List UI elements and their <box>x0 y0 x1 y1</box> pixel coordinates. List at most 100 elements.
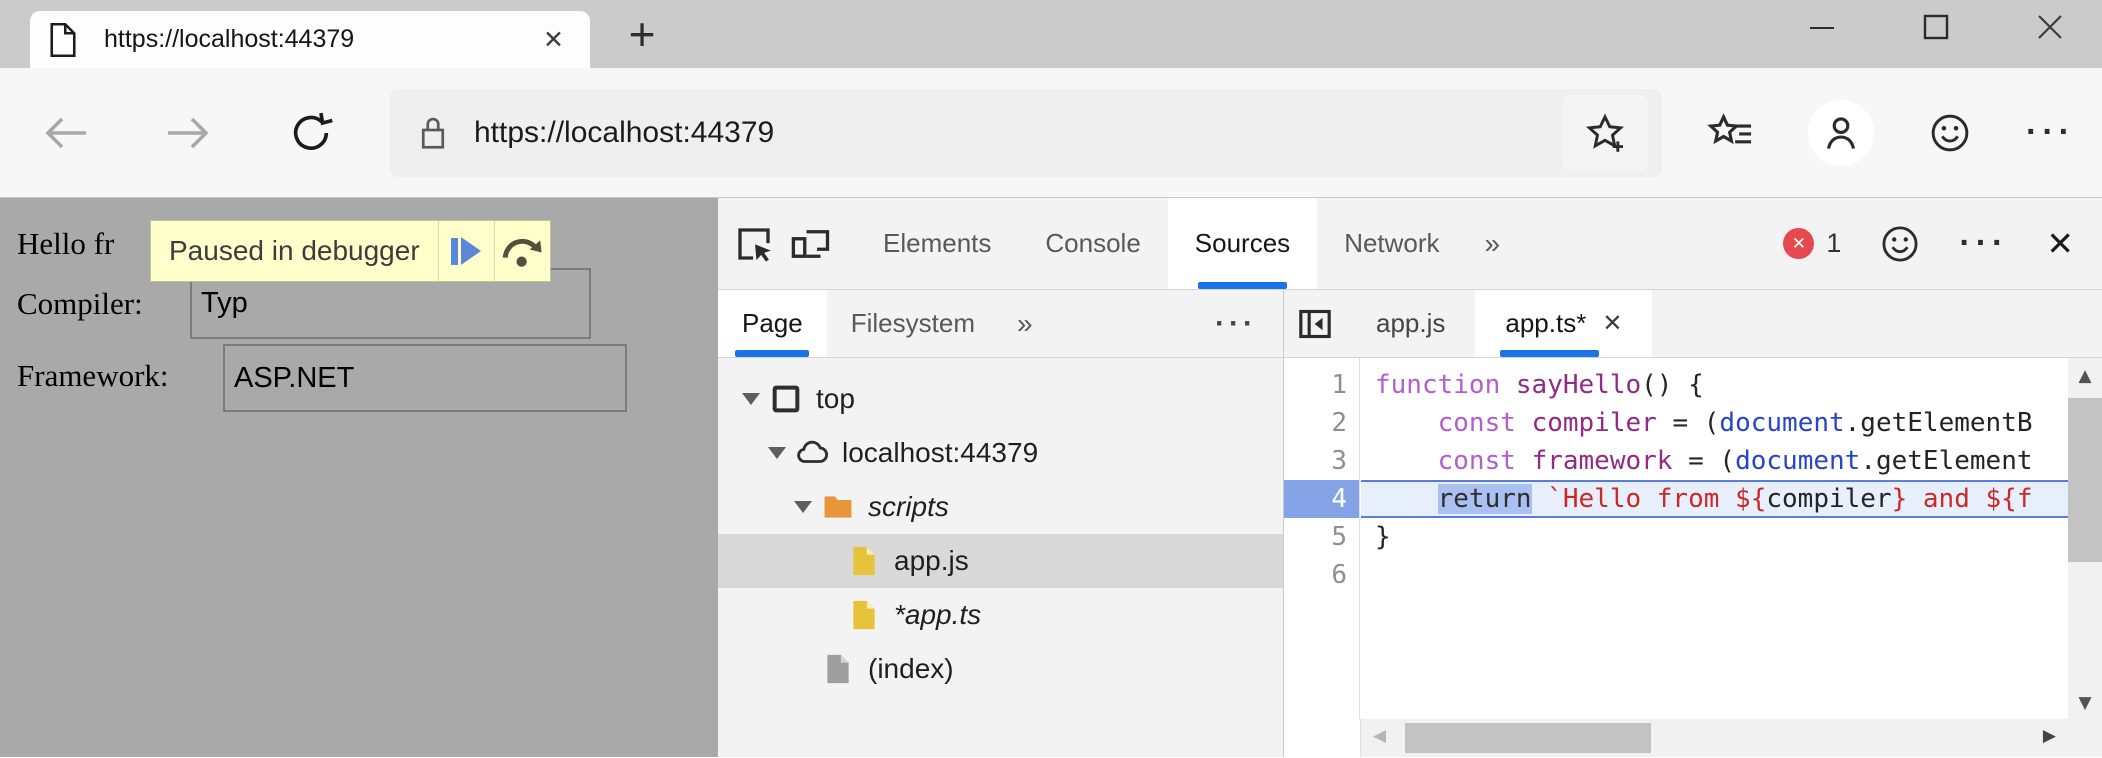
window-controls <box>1806 6 2066 48</box>
devtools-close-icon[interactable]: ✕ <box>2046 224 2074 263</box>
tree-item-label: scripts <box>868 491 949 523</box>
editor-tab-label: app.js <box>1376 308 1445 339</box>
code-token <box>1375 408 1438 438</box>
tree-item-top[interactable]: top <box>718 372 1283 426</box>
editor-tab-app.ts-[interactable]: app.ts*✕ <box>1475 290 1652 357</box>
more-nav-tabs-chevron-icon[interactable]: » <box>999 290 1051 357</box>
collapse-sidebar-icon[interactable] <box>1284 290 1346 357</box>
profile-button[interactable] <box>1808 100 1874 166</box>
new-tab-button[interactable]: + <box>614 8 670 60</box>
sources-sidebar-more-icon[interactable]: ··· <box>1215 307 1283 341</box>
code-token: .getElement <box>1860 446 2032 476</box>
editor-tab-app.js[interactable]: app.js <box>1346 290 1475 357</box>
tree-item-scripts[interactable]: scripts <box>718 480 1283 534</box>
editor-tabs: app.js app.ts*✕ <box>1346 290 1652 357</box>
settings-more-icon[interactable]: ··· <box>2026 113 2075 152</box>
devtools-tab-sources[interactable]: Sources <box>1168 198 1317 289</box>
step-over-icon <box>499 232 545 270</box>
resume-script-button[interactable] <box>438 221 494 281</box>
browser-tab[interactable]: https://localhost:44379 ✕ <box>30 11 590 68</box>
code-token: = ( <box>1672 446 1735 476</box>
devtools-more-icon[interactable]: ··· <box>1959 224 2008 263</box>
error-indicator[interactable]: ✕ 1 <box>1783 228 1841 259</box>
horizontal-scrollbar-thumb[interactable] <box>1405 723 1651 753</box>
paused-banner-label: Paused in debugger <box>151 221 438 281</box>
url-text[interactable]: https://localhost:44379 <box>474 116 1562 150</box>
code-line[interactable]: const compiler = (document.getElementB <box>1361 404 2068 442</box>
minimize-icon[interactable] <box>1806 6 1838 48</box>
tab-close-icon[interactable]: ✕ <box>535 25 572 55</box>
scroll-right-icon[interactable]: ▶ <box>2043 726 2056 746</box>
code-token: () { <box>1641 370 1704 400</box>
code-line-paused[interactable]: return `Hello from ${compiler} and ${f <box>1361 480 2068 518</box>
person-icon <box>1819 111 1863 155</box>
code-token <box>1375 484 1438 514</box>
tree-item-app.js[interactable]: app.js <box>718 534 1283 588</box>
scroll-down-icon[interactable]: ▼ <box>2068 693 2102 713</box>
vertical-scrollbar-thumb[interactable] <box>2068 398 2102 562</box>
sources-nav-tab-page[interactable]: Page <box>718 290 827 357</box>
line-number[interactable]: 1 <box>1284 366 1359 404</box>
file-js-icon <box>846 543 882 579</box>
browser-toolbar: https://localhost:44379 ··· <box>0 68 2102 198</box>
tree-item-label: localhost:44379 <box>842 437 1038 469</box>
address-bar[interactable]: https://localhost:44379 <box>390 89 1662 177</box>
device-toolbar-icon[interactable] <box>782 198 838 289</box>
back-icon[interactable] <box>42 112 90 154</box>
code-token <box>1500 370 1516 400</box>
devtools-tab-network[interactable]: Network <box>1317 198 1466 289</box>
code-line[interactable]: function sayHello() { <box>1361 366 2068 404</box>
scrollbar-corner <box>2068 719 2102 757</box>
forward-icon[interactable] <box>164 112 212 154</box>
more-panels-chevron-icon[interactable]: » <box>1467 198 1519 289</box>
editor-tab-close-icon[interactable]: ✕ <box>1602 309 1622 338</box>
code-line[interactable] <box>1361 556 2068 594</box>
code-token: sayHello <box>1516 370 1641 400</box>
code-line[interactable]: const framework = (document.getElement <box>1361 442 2068 480</box>
expand-triangle-icon[interactable] <box>790 501 816 513</box>
inspect-element-icon[interactable] <box>726 198 782 289</box>
devtools-tab-elements[interactable]: Elements <box>856 198 1018 289</box>
toolbar-actions: ··· <box>1706 100 2075 166</box>
line-number[interactable]: 6 <box>1284 556 1359 594</box>
code-token: .getElementB <box>1845 408 2033 438</box>
line-number[interactable]: 2 <box>1284 404 1359 442</box>
feedback-smiley-icon[interactable] <box>1928 111 1972 155</box>
maximize-icon[interactable] <box>1920 6 1952 48</box>
file-index-icon <box>820 651 856 687</box>
framework-input[interactable] <box>223 344 627 412</box>
close-window-icon[interactable] <box>2034 6 2066 48</box>
code-area[interactable]: function sayHello() { const compiler = (… <box>1361 358 2068 719</box>
tree-item--index-[interactable]: (index) <box>718 642 1283 696</box>
favorites-hub-icon[interactable] <box>1706 111 1754 155</box>
sources-panel: PageFilesystem» ··· top localhost:44379 scr… <box>718 290 2102 757</box>
add-favorite-button[interactable] <box>1562 95 1648 171</box>
code-token <box>1516 446 1532 476</box>
devtools-tab-console[interactable]: Console <box>1018 198 1167 289</box>
scroll-up-icon[interactable]: ▲ <box>2068 366 2102 386</box>
code-token <box>1532 484 1548 514</box>
framework-label: Framework: <box>17 358 169 394</box>
line-number[interactable]: 5 <box>1284 518 1359 556</box>
line-number[interactable]: 3 <box>1284 442 1359 480</box>
line-number-gutter: 123456 <box>1284 358 1360 719</box>
sources-nav-tab-filesystem[interactable]: Filesystem <box>827 290 999 357</box>
devtools-feedback-smiley-icon[interactable] <box>1879 223 1921 265</box>
devtools-topbar-right: ✕ 1 ··· ✕ <box>1783 223 2102 265</box>
expand-triangle-icon[interactable] <box>764 447 790 459</box>
devtools-panel: ElementsConsoleSourcesNetwork » ✕ 1 ··· … <box>718 198 2102 757</box>
vertical-scrollbar[interactable]: ▲ ▼ <box>2068 358 2102 719</box>
tree-item-localhost-44379[interactable]: localhost:44379 <box>718 426 1283 480</box>
code-line[interactable]: } <box>1361 518 2068 556</box>
resume-icon <box>451 237 481 265</box>
horizontal-scrollbar[interactable]: ◀ ▶ <box>1361 719 2068 757</box>
step-over-button[interactable] <box>494 221 550 281</box>
folder-icon <box>820 489 856 525</box>
page-favicon-icon <box>48 21 78 59</box>
tree-item--app.ts[interactable]: *app.ts <box>718 588 1283 642</box>
cloud-icon <box>794 435 830 471</box>
scroll-left-icon[interactable]: ◀ <box>1373 726 1386 746</box>
refresh-icon[interactable] <box>288 110 334 156</box>
expand-triangle-icon[interactable] <box>738 393 764 405</box>
line-number[interactable]: 4 <box>1284 480 1359 518</box>
